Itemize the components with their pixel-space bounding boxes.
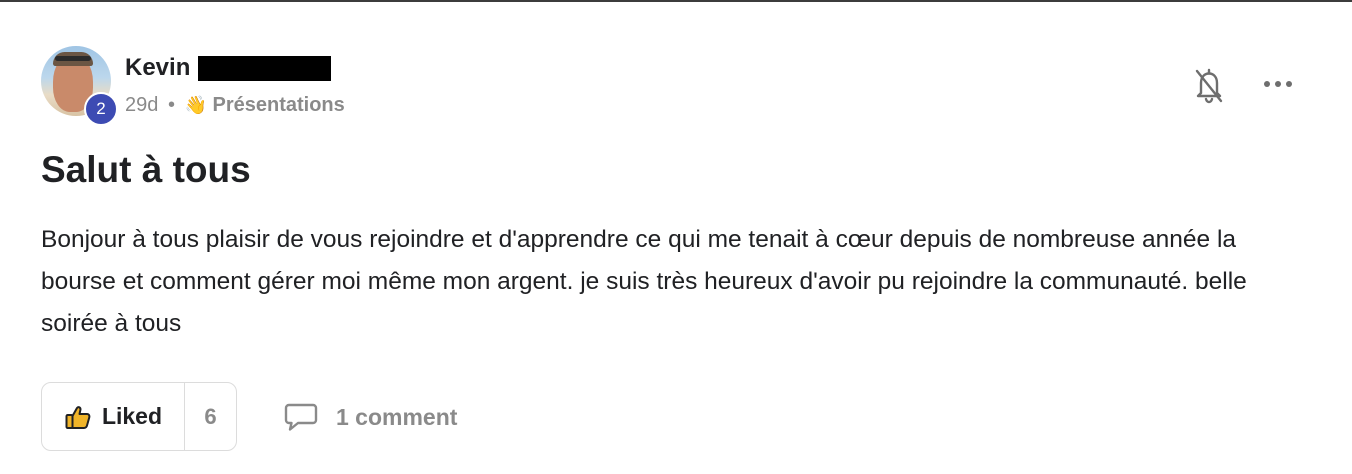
like-count[interactable]: 6 bbox=[185, 383, 236, 450]
comment-button[interactable]: 1 comment bbox=[284, 400, 457, 434]
like-button[interactable]: Liked bbox=[42, 383, 185, 450]
like-label: Liked bbox=[101, 403, 163, 429]
author-name[interactable]: Kevin bbox=[125, 53, 190, 83]
more-horizontal-icon-dot bbox=[1286, 81, 1292, 87]
bell-off-icon bbox=[1195, 68, 1223, 104]
like-control: Liked 6 bbox=[41, 382, 237, 451]
redacted-surname bbox=[198, 56, 331, 81]
more-horizontal-icon-dot bbox=[1275, 81, 1281, 87]
post-card: 2 Kevin 29d • 👋 Présentations Salut à to… bbox=[0, 0, 1352, 474]
waving-hand-icon: 👋 bbox=[184, 95, 207, 115]
more-horizontal-icon bbox=[1264, 81, 1270, 87]
more-options-button[interactable] bbox=[1260, 70, 1296, 98]
avatar-glasses bbox=[55, 56, 91, 61]
post-body: Bonjour à tous plaisir de vous rejoindre… bbox=[41, 226, 1247, 337]
post-category[interactable]: Présentations bbox=[213, 94, 345, 116]
thumbs-up-icon bbox=[65, 405, 91, 429]
post-time: 29d bbox=[125, 94, 159, 116]
post-meta: 29d • 👋 Présentations bbox=[125, 92, 345, 118]
comment-icon bbox=[284, 403, 318, 431]
notification-toggle-button[interactable] bbox=[1192, 66, 1226, 104]
comment-count-label: 1 comment bbox=[336, 403, 458, 430]
meta-separator: • bbox=[167, 94, 175, 116]
level-badge: 2 bbox=[84, 92, 118, 126]
post-title: Salut à tous bbox=[41, 149, 251, 190]
